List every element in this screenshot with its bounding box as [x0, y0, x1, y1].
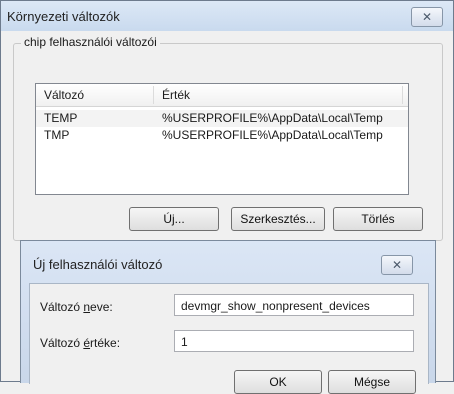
new-user-variable-dialog: Új felhasználói változó ✕ Változó neve: …: [20, 240, 436, 394]
close-icon: ✕: [421, 10, 433, 24]
dialog-close-button[interactable]: ✕: [381, 255, 413, 275]
delete-button[interactable]: Törlés: [333, 207, 423, 231]
variable-value: %USERPROFILE%\AppData\Local\Temp: [162, 128, 383, 142]
edit-button[interactable]: Szerkesztés...: [231, 207, 325, 231]
new-button[interactable]: Új...: [129, 207, 219, 231]
column-divider[interactable]: [402, 86, 403, 104]
ok-button[interactable]: OK: [234, 370, 322, 394]
user-variables-list[interactable]: Változó Érték TEMP %USERPROFILE%\AppData…: [35, 83, 409, 195]
list-header: Változó Érték: [36, 84, 408, 107]
variable-name-label-text: Változó: [40, 300, 84, 314]
column-header-variable[interactable]: Változó: [44, 84, 84, 106]
variable-name-label: Változó neve:: [40, 300, 113, 314]
list-item[interactable]: TMP %USERPROFILE%\AppData\Local\Temp: [36, 127, 408, 144]
column-divider[interactable]: [153, 86, 154, 104]
close-icon: ✕: [391, 258, 403, 272]
list-item[interactable]: TEMP %USERPROFILE%\AppData\Local\Temp: [36, 110, 408, 127]
close-button[interactable]: ✕: [411, 7, 443, 27]
variable-name-field[interactable]: devmgr_show_nonpresent_devices: [174, 294, 414, 316]
variable-value-field[interactable]: 1: [174, 330, 414, 352]
cancel-button[interactable]: Mégse: [328, 370, 416, 394]
variable-name: TEMP: [44, 111, 78, 125]
user-variables-group-label: chip felhasználói változói: [21, 35, 160, 49]
title-bar: Környezeti változók ✕: [1, 1, 453, 31]
dialog-title: Új felhasználói változó: [33, 257, 163, 272]
variable-value: %USERPROFILE%\AppData\Local\Temp: [162, 111, 383, 125]
variable-value-label-text: Változó: [40, 336, 84, 350]
window-title: Környezeti változók: [7, 9, 120, 24]
variable-name-label-text: eve:: [90, 300, 113, 314]
column-header-value[interactable]: Érték: [162, 84, 190, 106]
variable-value-label-text: rtéke:: [90, 336, 121, 350]
dialog-body: Változó neve: devmgr_show_nonpresent_dev…: [29, 283, 429, 394]
variable-name: TMP: [44, 128, 70, 142]
variable-value-label: Változó értéke:: [40, 336, 120, 350]
